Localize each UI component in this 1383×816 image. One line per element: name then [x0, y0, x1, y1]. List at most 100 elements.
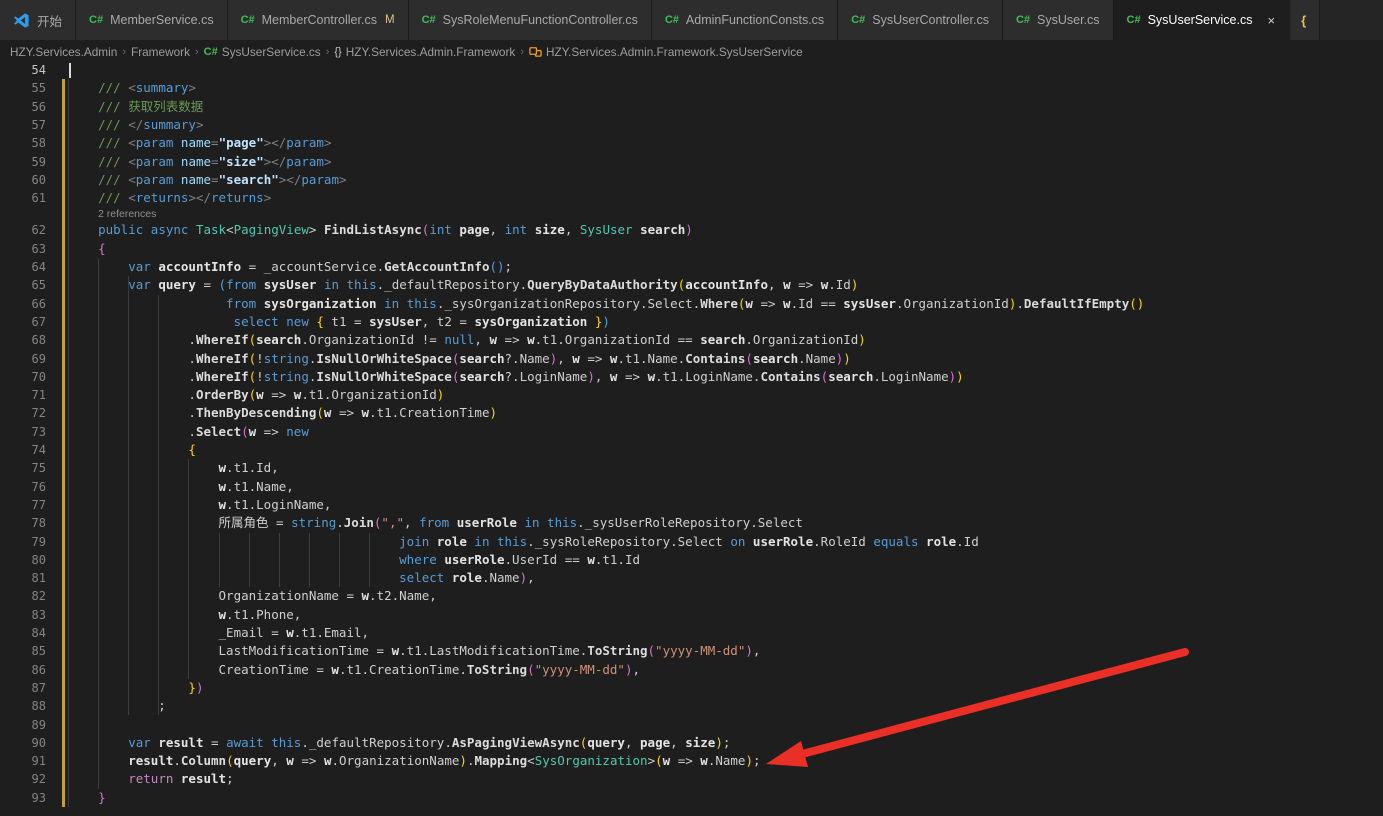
code-line[interactable]: 58 /// <param name="page"></param>: [0, 134, 1383, 153]
tab-memberservice.cs[interactable]: C#MemberService.cs: [76, 0, 228, 40]
line-number[interactable]: 73: [0, 423, 46, 441]
breadcrumb-item[interactable]: C#SysUserService.cs: [204, 45, 321, 59]
line-number[interactable]: 64: [0, 258, 46, 276]
line-number[interactable]: 68: [0, 331, 46, 349]
line-number[interactable]: 87: [0, 679, 46, 697]
code-line[interactable]: 92 return result;: [0, 770, 1383, 789]
code-editor[interactable]: 5455 /// <summary>56 /// 获取列表数据57 /// </…: [0, 61, 1383, 816]
close-icon[interactable]: ×: [1267, 14, 1275, 27]
tab-sysuser.cs[interactable]: C#SysUser.cs: [1003, 0, 1114, 40]
code-line[interactable]: 59 /// <param name="size"></param>: [0, 153, 1383, 172]
line-number[interactable]: 89: [0, 716, 46, 734]
code-line[interactable]: 88 ;: [0, 697, 1383, 716]
code-line[interactable]: 72 .ThenByDescending(w => w.t1.CreationT…: [0, 404, 1383, 423]
code-line[interactable]: 79 join role in this._sysRoleRepository.…: [0, 533, 1383, 552]
tab-membercontroller.cs[interactable]: C#MemberController.csM: [228, 0, 409, 40]
code-line[interactable]: 82 OrganizationName = w.t2.Name,: [0, 587, 1383, 606]
tab-[interactable]: 开始: [0, 0, 76, 40]
code-line[interactable]: 65 var query = (from sysUser in this._de…: [0, 276, 1383, 295]
code-line[interactable]: 73 .Select(w => new: [0, 423, 1383, 442]
line-number[interactable]: 66: [0, 295, 46, 313]
line-number[interactable]: 93: [0, 789, 46, 807]
line-number[interactable]: 86: [0, 661, 46, 679]
line-number[interactable]: 70: [0, 368, 46, 386]
line-number[interactable]: 58: [0, 134, 46, 152]
tab-[interactable]: {: [1291, 0, 1320, 40]
line-number[interactable]: 65: [0, 276, 46, 294]
tab-sysrolemenufunctioncontroller.cs[interactable]: C#SysRoleMenuFunctionController.cs: [409, 0, 652, 40]
code-text: OrganizationName = w.t2.Name,: [68, 587, 437, 605]
code-line[interactable]: 93 }: [0, 789, 1383, 808]
code-line[interactable]: 90 var result = await this._defaultRepos…: [0, 734, 1383, 753]
code-line[interactable]: 63 {: [0, 240, 1383, 259]
code-line[interactable]: 76 w.t1.Name,: [0, 478, 1383, 497]
code-line[interactable]: 75 w.t1.Id,: [0, 459, 1383, 478]
code-line[interactable]: 86 CreationTime = w.t1.CreationTime.ToSt…: [0, 661, 1383, 680]
code-line[interactable]: 84 _Email = w.t1.Email,: [0, 624, 1383, 643]
line-number[interactable]: 60: [0, 171, 46, 189]
code-line[interactable]: 55 /// <summary>: [0, 79, 1383, 98]
line-number[interactable]: 69: [0, 350, 46, 368]
code-line[interactable]: 74 {: [0, 441, 1383, 460]
code-line[interactable]: 77 w.t1.LoginName,: [0, 496, 1383, 515]
line-number[interactable]: 59: [0, 153, 46, 171]
code-line[interactable]: 57 /// </summary>: [0, 116, 1383, 135]
code-line[interactable]: 87 }): [0, 679, 1383, 698]
line-number[interactable]: 75: [0, 459, 46, 477]
tab-sysuserservice.cs[interactable]: C#SysUserService.cs×: [1114, 0, 1290, 40]
code-line[interactable]: 89: [0, 716, 1383, 735]
code-line[interactable]: 70 .WhereIf(!string.IsNullOrWhiteSpace(s…: [0, 368, 1383, 387]
line-number[interactable]: 55: [0, 79, 46, 97]
line-number[interactable]: 84: [0, 624, 46, 642]
code-line[interactable]: 62 public async Task<PagingView> FindLis…: [0, 221, 1383, 240]
line-number[interactable]: 92: [0, 770, 46, 788]
code-line[interactable]: 66 from sysOrganization in this._sysOrga…: [0, 295, 1383, 314]
code-line[interactable]: 80 where userRole.UserId == w.t1.Id: [0, 551, 1383, 570]
line-number[interactable]: 67: [0, 313, 46, 331]
line-number[interactable]: 56: [0, 98, 46, 116]
code-token: [745, 534, 753, 549]
line-number[interactable]: 77: [0, 496, 46, 514]
line-number[interactable]: 76: [0, 478, 46, 496]
breadcrumb-item[interactable]: HZY.Services.Admin.Framework.SysUserServ…: [529, 45, 803, 59]
code-line[interactable]: 85 LastModificationTime = w.t1.LastModif…: [0, 642, 1383, 661]
code-line[interactable]: 54: [0, 61, 1383, 80]
line-number[interactable]: 82: [0, 587, 46, 605]
breadcrumb-item[interactable]: Framework: [131, 45, 190, 59]
line-number[interactable]: 90: [0, 734, 46, 752]
tab-sysusercontroller.cs[interactable]: C#SysUserController.cs: [838, 0, 1003, 40]
line-number[interactable]: 80: [0, 551, 46, 569]
breadcrumb-item[interactable]: HZY.Services.Admin: [10, 45, 117, 59]
code-line[interactable]: 78 所属角色 = string.Join(",", from userRole…: [0, 514, 1383, 533]
line-number[interactable]: 54: [0, 61, 46, 79]
code-line[interactable]: 71 .OrderBy(w => w.t1.OrganizationId): [0, 386, 1383, 405]
line-number[interactable]: 74: [0, 441, 46, 459]
code-line[interactable]: 60 /// <param name="search"></param>: [0, 171, 1383, 190]
code-line[interactable]: 81 select role.Name),: [0, 569, 1383, 588]
line-number[interactable]: 57: [0, 116, 46, 134]
line-number[interactable]: 71: [0, 386, 46, 404]
breadcrumb-item[interactable]: {}HZY.Services.Admin.Framework: [334, 45, 515, 59]
line-number[interactable]: 62: [0, 221, 46, 239]
code-line[interactable]: 83 w.t1.Phone,: [0, 606, 1383, 625]
code-line[interactable]: 56 /// 获取列表数据: [0, 98, 1383, 117]
code-line[interactable]: 69 .WhereIf(!string.IsNullOrWhiteSpace(s…: [0, 350, 1383, 369]
line-number[interactable]: 91: [0, 752, 46, 770]
code-line[interactable]: 91 result.Column(query, w => w.Organizat…: [0, 752, 1383, 771]
line-number[interactable]: 88: [0, 697, 46, 715]
code-line[interactable]: 68 .WhereIf(search.OrganizationId != nul…: [0, 331, 1383, 350]
line-number[interactable]: 83: [0, 606, 46, 624]
line-number[interactable]: 63: [0, 240, 46, 258]
code-line[interactable]: 61 /// <returns></returns>: [0, 189, 1383, 208]
code-token: ,: [625, 735, 640, 750]
line-number[interactable]: 72: [0, 404, 46, 422]
code-line[interactable]: 67 select new { t1 = sysUser, t2 = sysOr…: [0, 313, 1383, 332]
codelens-references[interactable]: 2 references: [98, 207, 156, 221]
line-number[interactable]: 85: [0, 642, 46, 660]
code-line[interactable]: 64 var accountInfo = _accountService.Get…: [0, 258, 1383, 277]
line-number[interactable]: 81: [0, 569, 46, 587]
line-number[interactable]: 78: [0, 514, 46, 532]
tab-adminfunctionconsts.cs[interactable]: C#AdminFunctionConsts.cs: [652, 0, 838, 40]
line-number[interactable]: 79: [0, 533, 46, 551]
line-number[interactable]: 61: [0, 189, 46, 207]
